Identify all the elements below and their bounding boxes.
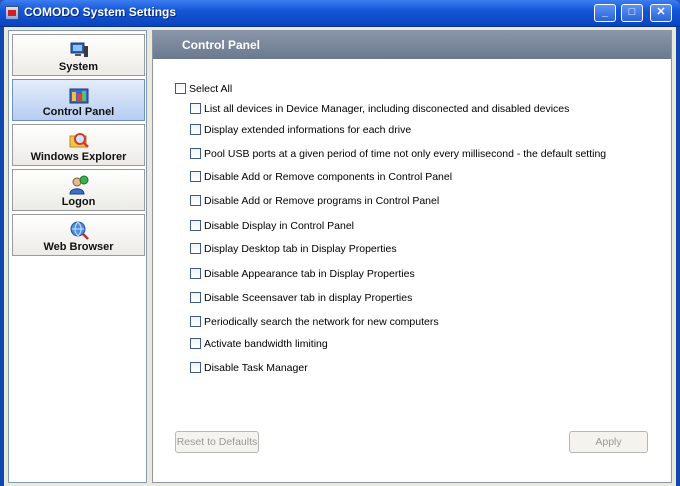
- checkbox-label: Disable Sceensaver tab in display Proper…: [204, 292, 413, 304]
- app-icon[interactable]: [5, 6, 19, 20]
- sidebar-item-logon[interactable]: Logon: [12, 169, 145, 211]
- checkbox-box[interactable]: [190, 195, 201, 206]
- apply-button[interactable]: Apply: [569, 431, 648, 453]
- user-logon-icon: [69, 175, 89, 195]
- checkbox-label: Display Desktop tab in Display Propertie…: [204, 243, 397, 255]
- checkbox-box[interactable]: [190, 220, 201, 231]
- checkbox-label: Disable Add or Remove programs in Contro…: [204, 195, 440, 207]
- sidebar-item-windows-explorer[interactable]: Windows Explorer: [12, 124, 145, 166]
- checkbox-box[interactable]: [190, 124, 201, 135]
- sidebar-item-label: Logon: [61, 196, 96, 208]
- sidebar: System Control Panel Windows Explorer Lo…: [8, 30, 147, 483]
- window-title: COMODO System Settings: [24, 5, 177, 19]
- checkbox-box[interactable]: [190, 268, 201, 279]
- sidebar-item-label: System: [58, 61, 99, 73]
- computer-icon: [70, 42, 88, 57]
- client-area: System Control Panel Windows Explorer Lo…: [4, 27, 676, 486]
- close-button[interactable]: ✕: [650, 4, 672, 22]
- reset-to-defaults-button[interactable]: Reset to Defaults: [175, 431, 259, 453]
- checkbox-box[interactable]: [190, 103, 201, 114]
- control-panel-settings: Control Panel Select All List all device…: [152, 30, 672, 483]
- checkbox-box[interactable]: [190, 148, 201, 159]
- checkbox-label: Disable Add or Remove components in Cont…: [204, 171, 453, 183]
- checkbox-label: Disable Appearance tab in Display Proper…: [204, 268, 415, 280]
- checkbox-label: Disable Task Manager: [204, 362, 308, 374]
- checkbox-label: List all devices in Device Manager, incl…: [204, 103, 570, 115]
- sidebar-item-label: Web Browser: [43, 241, 114, 253]
- sidebar-item-control-panel[interactable]: Control Panel: [12, 79, 145, 121]
- checkbox-box[interactable]: [190, 362, 201, 373]
- sidebar-item-label: Control Panel: [42, 106, 115, 118]
- title-bar[interactable]: COMODO System Settings _ □ ✕: [0, 0, 680, 27]
- control-panel-icon: [69, 88, 89, 104]
- checkbox-box[interactable]: [190, 316, 201, 327]
- sidebar-item-system[interactable]: System: [12, 34, 145, 76]
- checkbox-box[interactable]: [190, 292, 201, 303]
- minimize-button[interactable]: _: [594, 4, 616, 22]
- checkbox-label: Pool USB ports at a given period of time…: [204, 148, 607, 160]
- checkbox-label: Display extended informations for each d…: [204, 124, 412, 136]
- maximize-button[interactable]: □: [621, 4, 643, 22]
- panel-title: Control Panel: [153, 31, 671, 59]
- checkbox-label: Periodically search the network for new …: [204, 316, 439, 328]
- checkbox-label: Activate bandwidth limiting: [204, 338, 328, 350]
- checkbox-box[interactable]: [190, 338, 201, 349]
- sidebar-item-web-browser[interactable]: Web Browser: [12, 214, 145, 256]
- globe-search-icon: [70, 221, 89, 240]
- checkbox-label: Disable Display in Control Panel: [204, 220, 354, 232]
- app-window: COMODO System Settings _ □ ✕ System Cont…: [0, 0, 680, 486]
- sidebar-item-label: Windows Explorer: [30, 151, 127, 163]
- search-folder-icon: [69, 133, 89, 148]
- checkbox-box[interactable]: [175, 83, 186, 94]
- checkbox-box[interactable]: [190, 171, 201, 182]
- checkbox-label: Select All: [189, 83, 233, 95]
- checkbox-box[interactable]: [190, 243, 201, 254]
